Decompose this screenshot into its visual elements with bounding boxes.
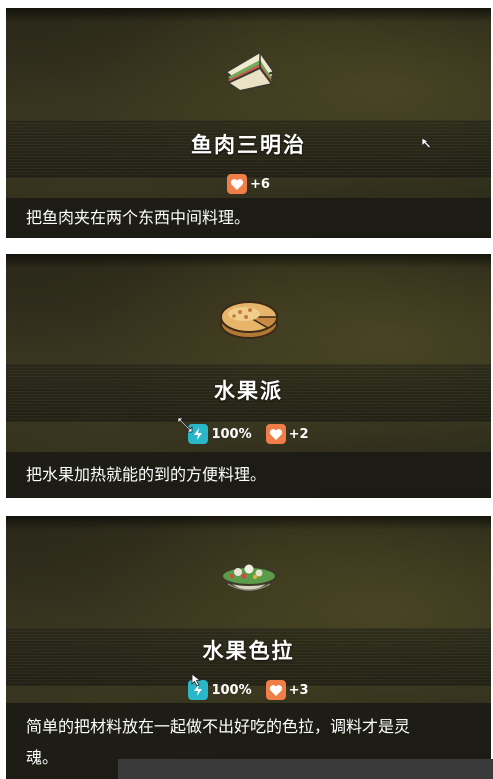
description-line-1: 简单的把材料放在一起做不出好吃的色拉，调料才是灵 <box>26 717 411 736</box>
mouse-cursor-icon <box>191 673 202 687</box>
stat-heart: +6 <box>227 174 270 194</box>
stat-energy: 100% <box>188 424 252 444</box>
description-band: 把水果加热就能的到的方便料理。 <box>6 452 491 498</box>
description-band: 把鱼肉夹在两个东西中间料理。 <box>6 198 491 238</box>
stat-heart: +3 <box>265 680 309 700</box>
item-card-fruit-salad: 水果色拉 100% +3 简单的把材料放在一起做不出好吃的色拉，调料才是灵 魂。 <box>6 516 491 779</box>
resize-cursor-icon <box>177 417 193 433</box>
pie-icon <box>218 292 280 346</box>
heart-value: +3 <box>288 682 309 698</box>
item-description: 把鱼肉夹在两个东西中间料理。 <box>26 208 251 227</box>
salad-bowl-icon <box>218 556 280 608</box>
energy-value: 100% <box>211 682 252 698</box>
item-title: 水果色拉 <box>202 639 295 663</box>
mouse-cursor-icon <box>421 137 432 149</box>
stat-heart: +2 <box>265 424 309 444</box>
stats-row: 100% +3 <box>6 680 491 700</box>
sandwich-icon <box>220 50 278 96</box>
overlay-bar <box>118 759 493 779</box>
item-card-fruit-pie: 水果派 100% +2 把水果加热就能的到的方便料理。 <box>6 254 491 498</box>
item-card-fish-sandwich: 鱼肉三明治 +6 把鱼肉夹在两个东西中间料理。 <box>6 8 491 238</box>
heart-value: +6 <box>250 176 270 192</box>
heart-icon <box>265 424 286 444</box>
heart-icon <box>265 680 286 700</box>
heart-value: +2 <box>288 426 309 442</box>
item-title: 鱼肉三明治 <box>191 133 306 157</box>
energy-value: 100% <box>211 426 252 442</box>
item-title: 水果派 <box>214 379 283 403</box>
stats-row: +6 <box>6 174 491 194</box>
heart-icon <box>227 174 248 194</box>
stats-row: 100% +2 <box>6 424 491 444</box>
item-description: 把水果加热就能的到的方便料理。 <box>26 465 267 484</box>
